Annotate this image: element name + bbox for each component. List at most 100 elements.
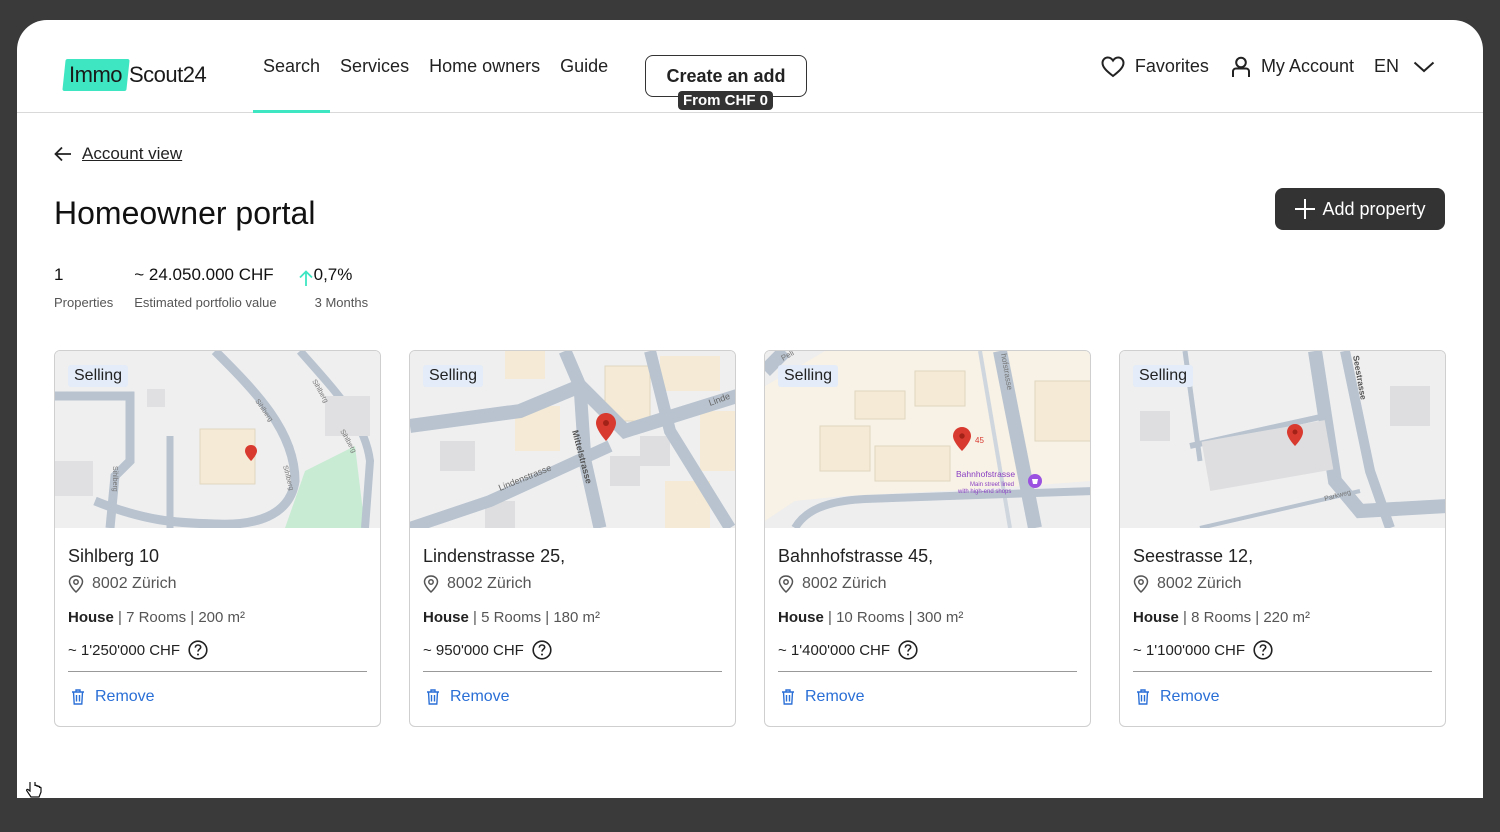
- help-icon[interactable]: [532, 640, 552, 660]
- property-price: ~ 1'250'000 CHF: [68, 641, 181, 659]
- property-area: 300 m²: [916, 609, 964, 626]
- property-map[interactable]: Lindenstrasse Mittelstrasse Linde Sellin…: [410, 351, 735, 528]
- help-icon[interactable]: [188, 640, 208, 660]
- property-area: 200 m²: [198, 609, 246, 626]
- favorites-label: Favorites: [1134, 56, 1209, 76]
- property-map[interactable]: Seestrasse Parkweg Selling: [1120, 351, 1445, 528]
- top-header: Immo Scout24 Search Services Home owners…: [17, 20, 1483, 113]
- logo-immo-text: Immo: [69, 62, 122, 87]
- property-facts: House | 5 Rooms | 180 m²: [423, 609, 601, 626]
- change-period-label: 3 Months: [314, 295, 369, 310]
- property-address[interactable]: Sihlberg 10: [68, 546, 367, 567]
- status-badge: Selling: [68, 365, 129, 387]
- status-badge: Selling: [778, 365, 839, 387]
- trash-icon: [782, 689, 794, 705]
- remove-button[interactable]: Remove: [68, 688, 367, 706]
- property-type: House: [1133, 609, 1179, 626]
- property-city: 8002 Zürich: [447, 575, 532, 592]
- add-property-label: Add property: [1322, 198, 1426, 219]
- property-city: 8002 Zürich: [92, 575, 177, 592]
- property-card[interactable]: Peli hofstrasse Bahnhofstrasse Main stre…: [764, 350, 1091, 727]
- property-facts: House | 8 Rooms | 220 m²: [1133, 609, 1311, 626]
- remove-label: Remove: [805, 688, 865, 705]
- property-card[interactable]: Lindenstrasse Mittelstrasse Linde Sellin…: [409, 350, 736, 727]
- property-map[interactable]: Peli hofstrasse Bahnhofstrasse Main stre…: [765, 351, 1090, 528]
- remove-button[interactable]: Remove: [1133, 688, 1432, 706]
- property-price: ~ 1'100'000 CHF: [1133, 641, 1246, 659]
- back-link-label: Account view: [82, 144, 183, 163]
- app-window: Immo Scout24 Search Services Home owners…: [17, 20, 1483, 798]
- nav-home-owners[interactable]: Home owners: [419, 20, 550, 113]
- shopping-poi-icon: [1028, 474, 1042, 488]
- hand-cursor-icon: [25, 782, 42, 798]
- heart-icon: [1101, 55, 1125, 77]
- location-pin-icon: [68, 575, 84, 593]
- portfolio-stats: 1 Properties ~ 24.050.000 CHF Estimated …: [54, 264, 389, 310]
- add-property-button[interactable]: Add property: [1275, 188, 1445, 230]
- nav-search[interactable]: Search: [253, 20, 331, 113]
- language-selector[interactable]: EN: [1374, 56, 1435, 77]
- remove-label: Remove: [95, 688, 155, 705]
- nav-guide[interactable]: Guide: [550, 20, 618, 113]
- remove-label: Remove: [1160, 688, 1220, 705]
- favorites-link[interactable]: Favorites: [1101, 55, 1209, 78]
- trash-icon: [1137, 689, 1149, 705]
- property-price: ~ 1'400'000 CHF: [778, 641, 891, 659]
- location-pin-icon: [423, 575, 439, 593]
- property-rooms: 7 Rooms: [126, 609, 187, 626]
- properties-count: 1: [54, 265, 64, 284]
- property-facts: House | 10 Rooms | 300 m²: [778, 609, 964, 626]
- help-icon[interactable]: [898, 640, 918, 660]
- property-list: Sihlberg Sihlberg Sihlberg Sihlberg Sihl…: [54, 350, 1446, 727]
- stat-change: 0,7% 3 Months: [298, 264, 368, 310]
- plus-icon: [1295, 199, 1316, 219]
- property-address[interactable]: Lindenstrasse 25,: [423, 546, 722, 567]
- header-right: Favorites My Account EN: [1079, 20, 1435, 113]
- property-type: House: [68, 609, 114, 626]
- property-rooms: 8 Rooms: [1191, 609, 1252, 626]
- back-link[interactable]: Account view: [54, 144, 182, 164]
- map-house-number: 45: [975, 436, 984, 445]
- property-card[interactable]: Sihlberg Sihlberg Sihlberg Sihlberg Sihl…: [54, 350, 381, 727]
- help-icon[interactable]: [1253, 640, 1273, 660]
- change-value: 0,7%: [313, 265, 353, 284]
- immoscout-logo[interactable]: Immo Scout24: [62, 58, 207, 92]
- remove-button[interactable]: Remove: [778, 688, 1077, 706]
- language-label: EN: [1373, 56, 1399, 76]
- create-ad-price-badge: From CHF 0: [678, 91, 774, 110]
- property-city: 8002 Zürich: [1157, 575, 1242, 592]
- user-icon: [1231, 56, 1250, 77]
- status-badge: Selling: [423, 365, 484, 387]
- location-pin-icon: [1133, 575, 1149, 593]
- remove-label: Remove: [450, 688, 510, 705]
- arrow-left-icon: [54, 146, 71, 162]
- property-type: House: [423, 609, 469, 626]
- property-type: House: [778, 609, 824, 626]
- property-area: 180 m²: [553, 609, 601, 626]
- page-title: Homeowner portal: [54, 195, 316, 231]
- map-poi-label: Bahnhofstrasse: [956, 469, 1015, 479]
- property-address[interactable]: Bahnhofstrasse 45,: [778, 546, 1077, 567]
- property-map[interactable]: Sihlberg Sihlberg Sihlberg Sihlberg Sihl…: [55, 351, 380, 528]
- stat-properties: 1 Properties: [54, 264, 113, 310]
- trash-icon: [72, 689, 84, 705]
- location-pin-icon: [778, 575, 794, 593]
- property-rooms: 10 Rooms: [836, 609, 905, 626]
- property-city: 8002 Zürich: [802, 575, 887, 592]
- chevron-down-icon: [1413, 61, 1435, 72]
- status-badge: Selling: [1133, 365, 1194, 387]
- portfolio-value: ~ 24.050.000 CHF: [134, 265, 274, 284]
- my-account-label: My Account: [1260, 56, 1354, 76]
- map-street-label: Sihlberg: [111, 466, 118, 492]
- property-address[interactable]: Seestrasse 12,: [1133, 546, 1432, 567]
- map-poi-description: with high-end shops: [957, 489, 1011, 495]
- property-card[interactable]: Seestrasse Parkweg Selling Seestrasse 12…: [1119, 350, 1446, 727]
- remove-button[interactable]: Remove: [423, 688, 722, 706]
- property-rooms: 5 Rooms: [481, 609, 542, 626]
- nav-services[interactable]: Services: [330, 20, 419, 113]
- map-poi-description: Main street lined: [970, 482, 1014, 488]
- trash-icon: [427, 689, 439, 705]
- arrow-up-icon: [298, 270, 313, 286]
- my-account-link[interactable]: My Account: [1231, 56, 1354, 78]
- properties-label: Properties: [54, 295, 114, 310]
